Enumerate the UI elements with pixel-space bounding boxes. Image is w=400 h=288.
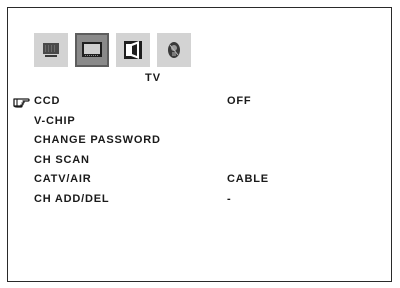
menu-item-label: CH ADD/DEL [34, 192, 110, 205]
menu-item-label: CH SCAN [34, 153, 90, 166]
menu-item-value: - [227, 192, 232, 205]
speaker-icon [122, 39, 144, 61]
menu-item-change-password[interactable]: CHANGE PASSWORD [8, 131, 393, 151]
menu-item-label: V-CHIP [34, 114, 76, 127]
menu-item-catv-air[interactable]: CATV/AIR CABLE [8, 170, 393, 190]
tv-icon [81, 41, 103, 59]
menu-item-ch-scan[interactable]: CH SCAN [8, 151, 393, 171]
menu-tabs [34, 33, 191, 67]
menu-item-label: CCD [34, 95, 61, 107]
pointer-hand-icon [13, 96, 30, 108]
menu-item-label: CHANGE PASSWORD [34, 134, 161, 147]
menu-item-label: CATV/AIR [34, 173, 92, 186]
tab-setup[interactable] [157, 33, 191, 67]
picture-icon [42, 42, 60, 58]
menu-item-value: CABLE [227, 173, 269, 186]
menu-title: TV [144, 72, 162, 84]
menu-item-ch-add-del[interactable]: CH ADD/DEL - [8, 190, 393, 210]
osd-screen: TV CCD OFF V-CHIP CHANGE PASSWORD CH SCA… [7, 7, 392, 282]
menu-item-v-chip[interactable]: V-CHIP [8, 112, 393, 132]
tab-audio[interactable] [116, 33, 150, 67]
tab-picture[interactable] [34, 33, 68, 67]
tab-tv[interactable] [75, 33, 109, 67]
menu-item-value: OFF [227, 95, 252, 107]
menu-item-ccd[interactable]: CCD OFF [8, 92, 393, 112]
setup-icon [164, 39, 184, 61]
menu-list: CCD OFF V-CHIP CHANGE PASSWORD CH SCAN C… [8, 92, 393, 210]
